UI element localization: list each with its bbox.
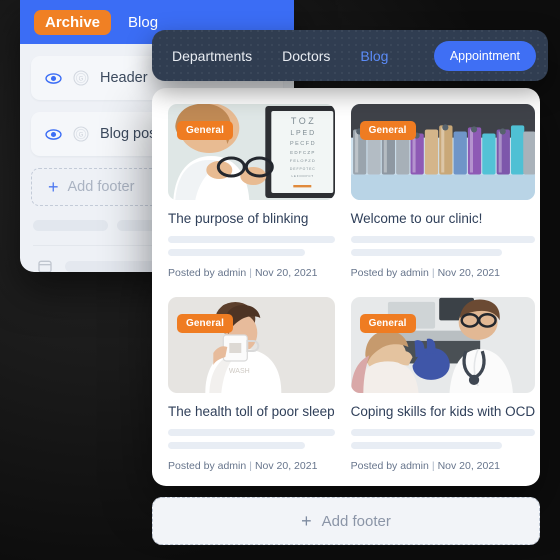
- add-footer-label: Add footer: [321, 512, 391, 530]
- doctor-high-fiving-child-image: [350, 297, 536, 394]
- blog-posts-panel: T O Z L P E D P E C F D E D F C Z P F E …: [152, 88, 540, 486]
- excerpt-placeholder-bar: [168, 249, 305, 257]
- post-title[interactable]: Coping skills for kids with OCD: [351, 404, 536, 420]
- meta-separator: |: [249, 460, 252, 473]
- post-thumbnail[interactable]: T O Z L P E D P E C F D E D F C Z P F E …: [168, 104, 335, 200]
- excerpt-placeholder-bar: [168, 442, 305, 450]
- tab-archive[interactable]: Archive: [34, 9, 112, 35]
- svg-text:T O Z: T O Z: [291, 116, 314, 126]
- category-badge[interactable]: General: [359, 121, 416, 140]
- post-title[interactable]: The purpose of blinking: [168, 211, 335, 227]
- svg-text:E D F C Z P: E D F C Z P: [290, 150, 314, 155]
- nav-link-blog[interactable]: Blog: [360, 48, 388, 64]
- skeleton-bar: [33, 220, 108, 231]
- excerpt-placeholder-bar: [168, 236, 335, 244]
- post-author: Posted by admin: [168, 267, 247, 280]
- meta-separator: |: [249, 267, 252, 280]
- category-badge[interactable]: General: [359, 314, 416, 334]
- plus-icon: +: [48, 177, 59, 197]
- globe-g-icon: G: [73, 126, 89, 142]
- svg-text:L E F O D P C T: L E F O D P C T: [291, 174, 313, 178]
- excerpt-placeholder-bar: [350, 249, 502, 257]
- woman-holding-eyeglasses-eye-chart-image: T O Z L P E D P E C F D E D F C Z P F E …: [168, 104, 335, 200]
- blog-post-card[interactable]: General Welcome to our clinic! Posted by…: [350, 104, 536, 279]
- blog-post-card[interactable]: WASH General The health toll of poor sle…: [168, 297, 335, 472]
- post-thumbnail[interactable]: [350, 104, 536, 200]
- post-thumbnail[interactable]: WASH: [168, 297, 335, 394]
- excerpt-placeholder-bar: [350, 429, 536, 437]
- add-footer-button[interactable]: + Add footer: [152, 497, 540, 545]
- post-date: Nov 20, 2021: [254, 267, 318, 280]
- svg-text:L P E D: L P E D: [290, 130, 314, 137]
- post-meta: Posted by admin | Nov 20, 2021: [351, 267, 536, 279]
- site-nav-bar: Departments Doctors Blog Appointment: [152, 30, 548, 81]
- post-title[interactable]: Welcome to our clinic!: [351, 211, 536, 227]
- post-date: Nov 20, 2021: [254, 460, 318, 473]
- nav-link-doctors[interactable]: Doctors: [282, 48, 330, 64]
- globe-g-icon: G: [73, 70, 89, 86]
- meta-separator: |: [431, 267, 435, 280]
- blog-post-card[interactable]: T O Z L P E D P E C F D E D F C Z P F E …: [168, 104, 335, 279]
- add-footer-panel-label: Add footer: [67, 179, 135, 195]
- excerpt-placeholder-bar: [168, 429, 335, 437]
- excerpt-placeholder-bar: [350, 442, 502, 450]
- svg-text:WASH: WASH: [229, 368, 250, 375]
- colored-test-tube-racks-image: [350, 104, 536, 200]
- svg-text:D E F P O T E C: D E F P O T E C: [290, 167, 315, 171]
- layer-label-header: Header: [100, 70, 148, 86]
- svg-text:G: G: [79, 76, 84, 82]
- post-title[interactable]: The health toll of poor sleep: [168, 404, 335, 420]
- category-badge[interactable]: General: [177, 314, 233, 334]
- excerpt-placeholder-bar: [350, 236, 536, 244]
- skeleton-bar: [65, 260, 165, 272]
- post-meta: Posted by admin | Nov 20, 2021: [168, 267, 335, 279]
- nav-link-departments[interactable]: Departments: [172, 48, 252, 64]
- plus-icon: +: [301, 511, 312, 531]
- svg-text:G: G: [79, 132, 84, 138]
- post-author: Posted by admin: [350, 267, 429, 280]
- post-date: Nov 20, 2021: [437, 460, 501, 473]
- post-meta: Posted by admin | Nov 20, 2021: [351, 460, 536, 472]
- post-author: Posted by admin: [168, 460, 247, 473]
- eye-icon[interactable]: [45, 126, 62, 143]
- svg-text:P E C F D: P E C F D: [290, 141, 315, 147]
- nav-links: Departments Doctors Blog: [172, 48, 388, 64]
- meta-separator: |: [431, 460, 435, 473]
- woman-drinking-from-mug-image: WASH: [168, 297, 335, 394]
- appointment-button[interactable]: Appointment: [433, 40, 536, 71]
- calendar-icon[interactable]: [37, 258, 53, 272]
- blog-card-grid: T O Z L P E D P E C F D E D F C Z P F E …: [168, 104, 536, 472]
- svg-text:F E L O P Z D: F E L O P Z D: [290, 158, 315, 163]
- blog-post-card[interactable]: General Coping skills for kids with OCD …: [350, 297, 536, 472]
- post-date: Nov 20, 2021: [437, 267, 501, 280]
- category-badge[interactable]: General: [177, 121, 233, 140]
- post-meta: Posted by admin | Nov 20, 2021: [168, 460, 335, 472]
- post-author: Posted by admin: [350, 460, 429, 473]
- eye-icon[interactable]: [45, 70, 62, 87]
- post-thumbnail[interactable]: [350, 297, 536, 394]
